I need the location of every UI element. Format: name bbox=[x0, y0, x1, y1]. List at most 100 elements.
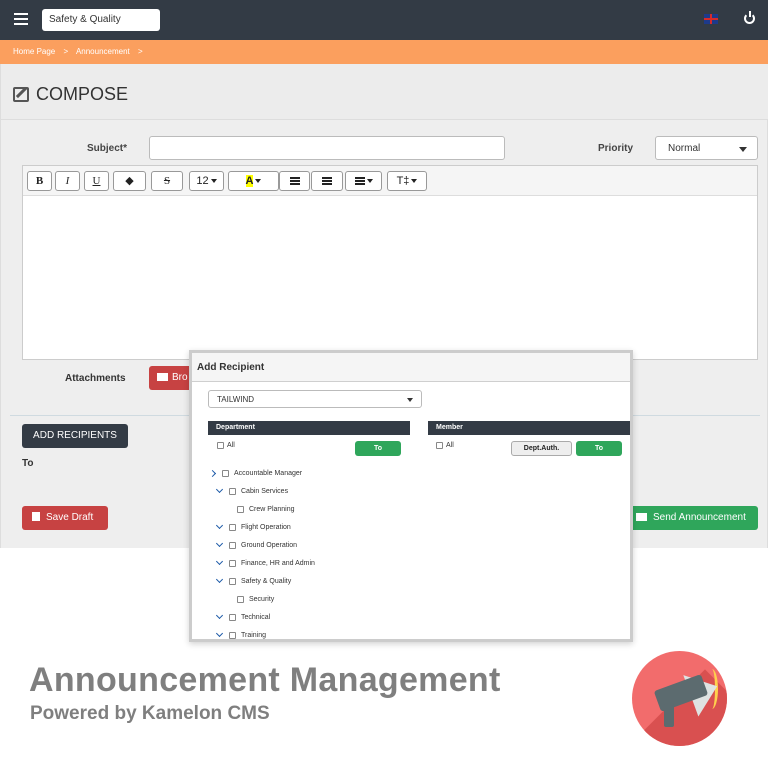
priority-value: Normal bbox=[668, 143, 701, 154]
department-label: Ground Operation bbox=[241, 542, 298, 549]
font-size-button[interactable]: 12 bbox=[189, 171, 224, 191]
footer-subtitle: Powered by Kamelon CMS bbox=[30, 703, 270, 724]
department-label: Training bbox=[241, 632, 267, 639]
department-header: Department bbox=[208, 421, 410, 435]
save-draft-label: Save Draft bbox=[46, 512, 94, 523]
eraser-button[interactable]: ◆ bbox=[113, 171, 146, 191]
member-all-checkbox[interactable] bbox=[436, 442, 443, 449]
department-checkbox[interactable] bbox=[237, 506, 244, 513]
message-editor[interactable]: B I U ◆ S 12 A T‡ bbox=[22, 165, 758, 360]
attachments-label: Attachments bbox=[65, 373, 126, 384]
department-checkbox[interactable] bbox=[222, 470, 229, 477]
department-label: Safety & Quality bbox=[241, 578, 292, 585]
chevron-down-icon bbox=[411, 179, 418, 184]
member-header: Member bbox=[428, 421, 630, 435]
department-row[interactable]: Cabin Services bbox=[192, 485, 412, 500]
department-row[interactable]: Safety & Quality bbox=[192, 575, 412, 590]
italic-button[interactable]: I bbox=[55, 171, 80, 191]
font-size-value: 12 bbox=[196, 175, 209, 187]
department-row[interactable]: Security bbox=[192, 594, 412, 608]
department-row[interactable]: Finance, HR and Admin bbox=[192, 557, 412, 572]
department-row[interactable]: Crew Planning bbox=[192, 504, 412, 518]
subject-input[interactable] bbox=[149, 136, 505, 160]
department-label: Finance, HR and Admin bbox=[241, 560, 315, 567]
modal-title: Add Recipient bbox=[192, 353, 630, 382]
page: Safety & Quality Home Page > Announcemen… bbox=[0, 0, 768, 768]
trash-icon bbox=[32, 512, 40, 521]
chevron-down-icon[interactable] bbox=[215, 575, 224, 584]
chevron-right-icon[interactable] bbox=[208, 469, 217, 478]
save-draft-button[interactable]: Save Draft bbox=[22, 506, 108, 530]
underline-button[interactable]: U bbox=[84, 171, 109, 191]
priority-label: Priority bbox=[598, 143, 634, 154]
department-row[interactable]: Flight Operation bbox=[192, 521, 412, 536]
text-style-button[interactable]: T‡ bbox=[387, 171, 427, 191]
department-checkbox[interactable] bbox=[229, 614, 236, 621]
megaphone-icon bbox=[632, 651, 727, 746]
chevron-down-icon[interactable] bbox=[215, 557, 224, 566]
align-icon bbox=[354, 177, 365, 186]
breadcrumb-separator: > bbox=[138, 47, 143, 56]
ordered-list-button[interactable] bbox=[311, 171, 343, 191]
send-announcement-button[interactable]: Send Announcement bbox=[629, 506, 758, 530]
folder-icon bbox=[157, 373, 168, 381]
department-label: Security bbox=[249, 596, 275, 603]
department-checkbox[interactable] bbox=[229, 560, 236, 567]
member-all-label: All bbox=[446, 442, 454, 449]
department-label: Accountable Manager bbox=[234, 470, 303, 477]
highlight-color-button[interactable]: A bbox=[228, 171, 279, 191]
chevron-down-icon bbox=[366, 179, 373, 184]
department-all-checkbox[interactable] bbox=[217, 442, 224, 449]
to-label: To bbox=[22, 458, 34, 469]
company-dropdown-value: TAILWIND bbox=[217, 395, 255, 404]
logout-power-icon[interactable] bbox=[744, 11, 755, 24]
add-recipients-button[interactable]: ADD RECIPIENTS bbox=[22, 424, 128, 448]
dept-auth-button[interactable]: Dept.Auth. bbox=[511, 441, 572, 456]
breadcrumb-announcement[interactable]: Announcement bbox=[76, 47, 130, 56]
ordered-list-icon bbox=[322, 177, 332, 186]
editor-toolbar: B I U ◆ S 12 A T‡ bbox=[23, 166, 757, 196]
department-row[interactable]: Accountable Manager bbox=[192, 468, 412, 482]
menu-icon[interactable] bbox=[14, 13, 28, 25]
subject-label: Subject* bbox=[87, 143, 128, 154]
breadcrumb: Home Page > Announcement > bbox=[0, 40, 768, 64]
highlight-icon: A bbox=[245, 175, 254, 187]
department-label: Flight Operation bbox=[241, 524, 291, 531]
text-style-icon: T‡ bbox=[396, 175, 410, 187]
bold-button[interactable]: B bbox=[27, 171, 52, 191]
department-checkbox[interactable] bbox=[229, 488, 236, 495]
unordered-list-button[interactable] bbox=[279, 171, 310, 191]
strikethrough-button[interactable]: S bbox=[151, 171, 183, 191]
chevron-down-icon[interactable] bbox=[215, 539, 224, 548]
breadcrumb-home[interactable]: Home Page bbox=[13, 47, 55, 56]
breadcrumb-separator: > bbox=[63, 47, 69, 56]
chevron-down-icon[interactable] bbox=[215, 521, 224, 530]
language-flag-icon[interactable] bbox=[704, 14, 718, 24]
department-checkbox[interactable] bbox=[229, 578, 236, 585]
department-checkbox[interactable] bbox=[229, 632, 236, 639]
chevron-down-icon bbox=[210, 179, 217, 184]
department-to-button[interactable]: To bbox=[355, 441, 401, 456]
chevron-down-icon[interactable] bbox=[215, 611, 224, 620]
compose-header: COMPOSE bbox=[1, 64, 768, 120]
alignment-button[interactable] bbox=[345, 171, 382, 191]
department-row[interactable]: Technical bbox=[192, 611, 412, 626]
company-dropdown[interactable]: TAILWIND bbox=[208, 390, 422, 408]
browse-label: Bro bbox=[172, 372, 188, 383]
chevron-down-icon[interactable] bbox=[215, 485, 224, 494]
chevron-down-icon[interactable] bbox=[215, 629, 224, 638]
department-checkbox[interactable] bbox=[229, 542, 236, 549]
department-checkbox[interactable] bbox=[237, 596, 244, 603]
member-to-button[interactable]: To bbox=[576, 441, 622, 456]
department-row[interactable]: Training bbox=[192, 629, 412, 644]
footer-title: Announcement Management bbox=[29, 661, 501, 699]
department-all-label: All bbox=[227, 442, 235, 449]
list-icon bbox=[289, 177, 300, 186]
chevron-down-icon bbox=[407, 398, 413, 402]
department-checkbox[interactable] bbox=[229, 524, 236, 531]
editor-body[interactable] bbox=[23, 196, 757, 359]
priority-select[interactable]: Normal bbox=[655, 136, 758, 160]
company-selector[interactable]: Safety & Quality bbox=[42, 9, 160, 31]
department-row[interactable]: Ground Operation bbox=[192, 539, 412, 554]
top-navigation-bar: Safety & Quality bbox=[0, 0, 768, 40]
